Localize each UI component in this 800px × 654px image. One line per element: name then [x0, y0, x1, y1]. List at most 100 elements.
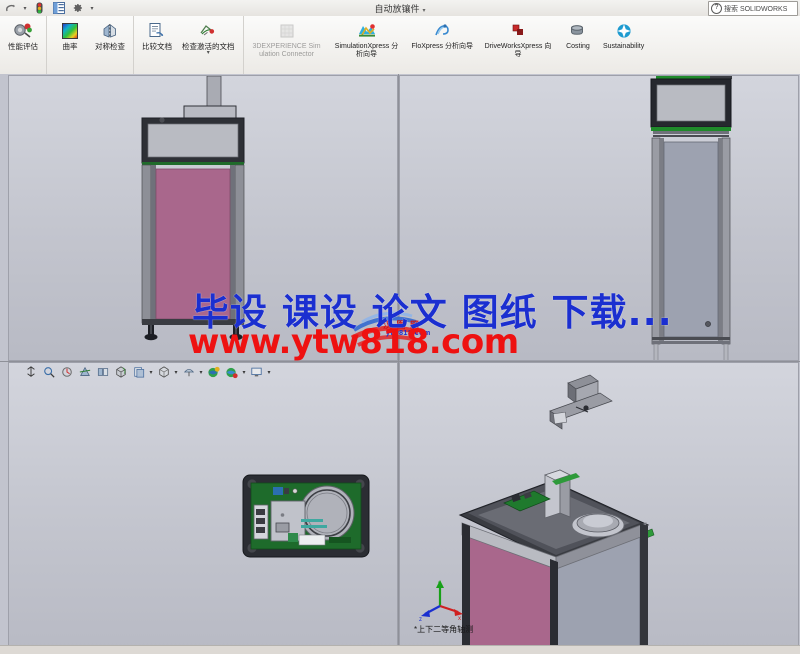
- solidworks-logo-button[interactable]: [2, 0, 19, 16]
- document-compare-group: 比较文档 检查激活的文档 ▾: [134, 16, 244, 74]
- viewport-bottom-left[interactable]: [8, 362, 398, 653]
- xpress-tools-group: 3DEXPERIENCE Simulation Connector Simula…: [244, 16, 653, 74]
- section-view-button[interactable]: [76, 363, 93, 381]
- curvature-button[interactable]: 曲率: [50, 16, 90, 53]
- status-bar: [0, 645, 800, 654]
- display-style-button[interactable]: [112, 363, 129, 381]
- sustainability-label: Sustainability: [602, 43, 645, 50]
- scene-umbrella-icon: [183, 369, 194, 377]
- document-title: 自动放镶件: [374, 3, 420, 14]
- zoom-to-fit-button[interactable]: [22, 363, 39, 381]
- viewport-top-right[interactable]: [399, 75, 799, 361]
- heads-up-view-toolbar: ▾ ▾ ▾ ▾ ▾: [22, 362, 272, 382]
- previous-view-icon: [61, 367, 72, 377]
- sustainability-icon: [615, 20, 633, 42]
- solidworks-logo-icon: [5, 4, 15, 11]
- symmetry-check-button[interactable]: 对称检查: [90, 16, 130, 53]
- floxpress-label: FloXpress 分析向导: [411, 43, 473, 50]
- performance-evaluation-icon: [13, 20, 33, 42]
- performance-evaluation-label: 性能评估: [8, 42, 38, 51]
- driveworksxpress-button[interactable]: DriveWorksXpress 向导: [478, 16, 558, 60]
- 3dexperience-simulation-connector-button[interactable]: 3DEXPERIENCE Simulation Connector: [247, 16, 327, 60]
- gear-icon: [73, 4, 82, 13]
- view-orientation-icon: [97, 368, 108, 376]
- check-active-document-icon: [199, 20, 217, 42]
- view-settings-caret-icon[interactable]: ▾: [241, 369, 247, 376]
- title-bar: ▾ ▾ 自动放镶件 ▾ ? 搜索 SOLIDWORKS: [0, 0, 800, 17]
- cabinet-side-view-model: [650, 76, 732, 360]
- floxpress-button[interactable]: FloXpress 分析向导: [407, 16, 478, 52]
- section-view-icon: [79, 366, 90, 376]
- display-viewport-caret-icon[interactable]: ▾: [266, 369, 272, 376]
- evaluate-performance-group: 性能评估: [0, 16, 47, 74]
- triad-z-label: z: [419, 617, 422, 622]
- document-title-bar: 自动放镶件 ▾: [0, 2, 800, 15]
- traffic-light-icon: [36, 2, 43, 14]
- hide-show-items-caret-icon[interactable]: ▾: [148, 369, 154, 376]
- document-title-caret-icon[interactable]: ▾: [423, 8, 426, 14]
- list-panel-icon: [52, 2, 65, 14]
- hide-show-items-button[interactable]: [130, 363, 147, 381]
- 3dexperience-simulation-connector-label: 3DEXPERIENCE Simulation Connector: [252, 43, 321, 58]
- compare-documents-label: 比较文档: [142, 42, 172, 51]
- costing-button[interactable]: Costing: [558, 16, 598, 52]
- check-active-document-caret-icon[interactable]: ▾: [207, 50, 210, 56]
- search-solidworks-box[interactable]: ? 搜索 SOLIDWORKS: [708, 1, 798, 16]
- compare-documents-button[interactable]: 比较文档: [137, 16, 177, 53]
- performance-evaluation-button[interactable]: 性能评估: [3, 16, 43, 53]
- apply-scene-icon: [208, 366, 220, 377]
- rebuild-button[interactable]: [31, 0, 48, 16]
- appearances-cube-icon: [158, 366, 169, 378]
- apply-scene-button[interactable]: [205, 363, 222, 381]
- magnifier-icon: [43, 367, 55, 378]
- driveworksxpress-label: DriveWorksXpress 向导: [484, 43, 552, 58]
- view-orientation-label: *上下二等角轴测: [414, 625, 474, 634]
- costing-icon: [569, 20, 587, 42]
- display-style-icon: [115, 366, 126, 378]
- solidworks-window: ▾ ▾ 自动放镶件 ▾ ? 搜索 SOLIDWORKS 性能评估 曲率 对称检查…: [0, 0, 800, 654]
- floxpress-icon: [433, 20, 451, 42]
- simulationxpress-icon: [357, 20, 377, 42]
- zoom-to-fit-icon: [26, 366, 35, 377]
- appearances-button[interactable]: [155, 363, 172, 381]
- scene-caret-icon[interactable]: ▾: [198, 369, 204, 376]
- previous-view-button[interactable]: [58, 363, 75, 381]
- viewport-top-left[interactable]: [8, 75, 398, 361]
- settings-dropdown-button[interactable]: ▾: [88, 5, 96, 12]
- cabinet-front-view-model: [141, 76, 245, 341]
- symmetry-check-label: 对称检查: [95, 42, 125, 51]
- compare-documents-icon: [148, 20, 166, 42]
- view-settings-icon: [226, 367, 238, 378]
- curvature-label: 曲率: [62, 42, 78, 51]
- triad-x-label: x: [458, 616, 461, 622]
- viewport-monitor-icon: [251, 367, 262, 377]
- curvature-icon: [61, 20, 79, 42]
- ribbon-toolbar: 性能评估 曲率 对称检查 比较文档 检查激活的文档 ▾ 3DEXPERIENCE…: [0, 16, 800, 75]
- check-active-document-button[interactable]: 检查激活的文档 ▾: [177, 16, 240, 57]
- zoom-to-area-button[interactable]: [40, 363, 57, 381]
- simulationxpress-button[interactable]: SimulationXpress 分析向导: [327, 16, 407, 60]
- view-orientation-button[interactable]: [94, 363, 111, 381]
- pcb-device-top-view-model: [242, 474, 370, 558]
- qat-dropdown-button[interactable]: ▾: [21, 5, 29, 12]
- symmetry-check-icon: [101, 20, 119, 42]
- hide-show-items-icon: [133, 367, 144, 378]
- view-settings-button[interactable]: [223, 363, 240, 381]
- quick-access-toolbar: ▾ ▾: [0, 0, 96, 16]
- triad-y-label: y: [438, 581, 441, 587]
- costing-label: Costing: [566, 43, 590, 50]
- axis-triad: y x z: [418, 576, 466, 623]
- sustainability-button[interactable]: Sustainability: [598, 16, 649, 52]
- scene-button[interactable]: [180, 363, 197, 381]
- settings-button[interactable]: [69, 0, 86, 16]
- geometry-analysis-group: 曲率 对称检查: [47, 16, 134, 74]
- options-list-button[interactable]: [50, 0, 67, 16]
- 3dexperience-simulation-connector-icon: [278, 20, 296, 42]
- question-mark-icon[interactable]: ?: [711, 3, 722, 14]
- display-viewport-button[interactable]: [248, 363, 265, 381]
- simulationxpress-label: SimulationXpress 分析向导: [334, 43, 399, 58]
- floating-subassembly: [549, 374, 613, 430]
- appearances-caret-icon[interactable]: ▾: [173, 369, 179, 376]
- driveworksxpress-icon: [509, 20, 527, 42]
- search-input[interactable]: 搜索 SOLIDWORKS: [724, 4, 787, 14]
